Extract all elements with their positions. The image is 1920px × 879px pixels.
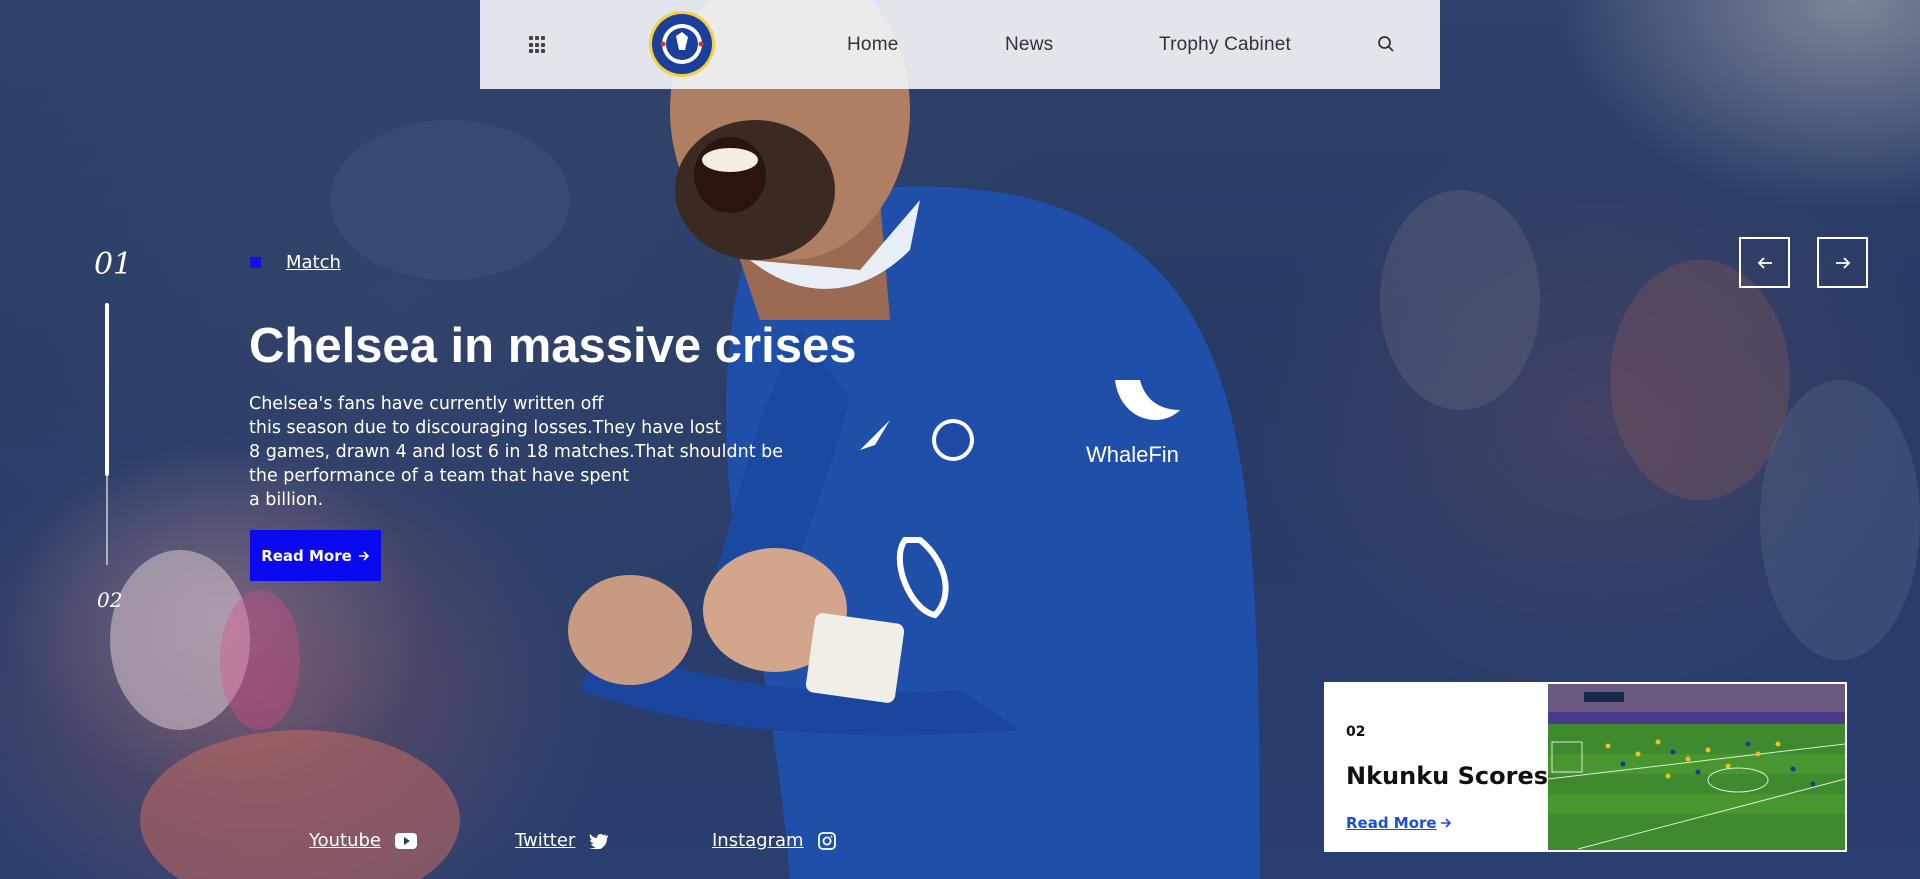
- instagram-icon[interactable]: [817, 831, 836, 850]
- slide-index-current: 01: [94, 247, 133, 282]
- arrow-left-icon: [1757, 256, 1772, 269]
- category-marker: [250, 257, 261, 268]
- hero-description: Chelsea's fans have currently written of…: [249, 392, 829, 512]
- youtube-icon[interactable]: [395, 832, 417, 849]
- next-story-number: 02: [1346, 724, 1366, 740]
- youtube-link[interactable]: Youtube: [309, 830, 381, 851]
- shirt-sponsor-text: WhaleFin: [1086, 442, 1179, 467]
- hero-description-line: a billion.: [249, 490, 324, 510]
- arrow-right-icon: [1835, 256, 1850, 269]
- twitter-icon[interactable]: [589, 833, 609, 849]
- next-story-title: Nkunku Scores: [1346, 762, 1549, 790]
- slide-index-next[interactable]: 02: [97, 588, 122, 612]
- match-thumbnail-image[interactable]: [1548, 684, 1845, 850]
- social-youtube[interactable]: Youtube: [309, 830, 417, 851]
- hero-description-line: 8 games, drawn 4 and lost 6 in 18 matche…: [249, 442, 784, 462]
- social-instagram[interactable]: Instagram: [712, 830, 836, 851]
- hero-description-line: Chelsea's fans have currently written of…: [249, 394, 604, 414]
- nav-trophy-cabinet-link[interactable]: Trophy Cabinet: [1159, 34, 1291, 56]
- next-story-read-more-label: Read More: [1346, 814, 1437, 832]
- social-twitter[interactable]: Twitter: [515, 830, 609, 851]
- instagram-link[interactable]: Instagram: [712, 830, 804, 851]
- next-slide-button[interactable]: [1817, 237, 1868, 288]
- next-story-text: 02 Nkunku Scores Read More: [1326, 684, 1566, 850]
- next-story-read-more-link[interactable]: Read More: [1346, 814, 1452, 832]
- top-navigation: Home News Trophy Cabinet: [480, 0, 1440, 89]
- previous-slide-button[interactable]: [1739, 237, 1790, 288]
- next-story-card[interactable]: 02 Nkunku Scores Read More: [1324, 682, 1847, 852]
- chelsea-crest-logo[interactable]: [648, 10, 716, 78]
- arrow-right-icon: [1440, 818, 1451, 828]
- hero-title: Chelsea in massive crises: [249, 319, 857, 373]
- read-more-label: Read More: [261, 546, 352, 565]
- grid-menu-icon[interactable]: [529, 36, 545, 54]
- nav-news-link[interactable]: News: [1005, 34, 1053, 56]
- arrow-right-icon: [358, 550, 369, 561]
- read-more-button[interactable]: Read More: [250, 530, 381, 581]
- slide-progress-fill: [105, 303, 109, 476]
- hero-description-line: the performance of a team that have spen…: [249, 466, 630, 486]
- category-link[interactable]: Match: [286, 252, 341, 273]
- hero-description-line: this season due to discouraging losses.T…: [249, 418, 722, 438]
- twitter-link[interactable]: Twitter: [515, 830, 575, 851]
- nav-home-link[interactable]: Home: [847, 34, 898, 56]
- search-icon[interactable]: [1377, 35, 1395, 53]
